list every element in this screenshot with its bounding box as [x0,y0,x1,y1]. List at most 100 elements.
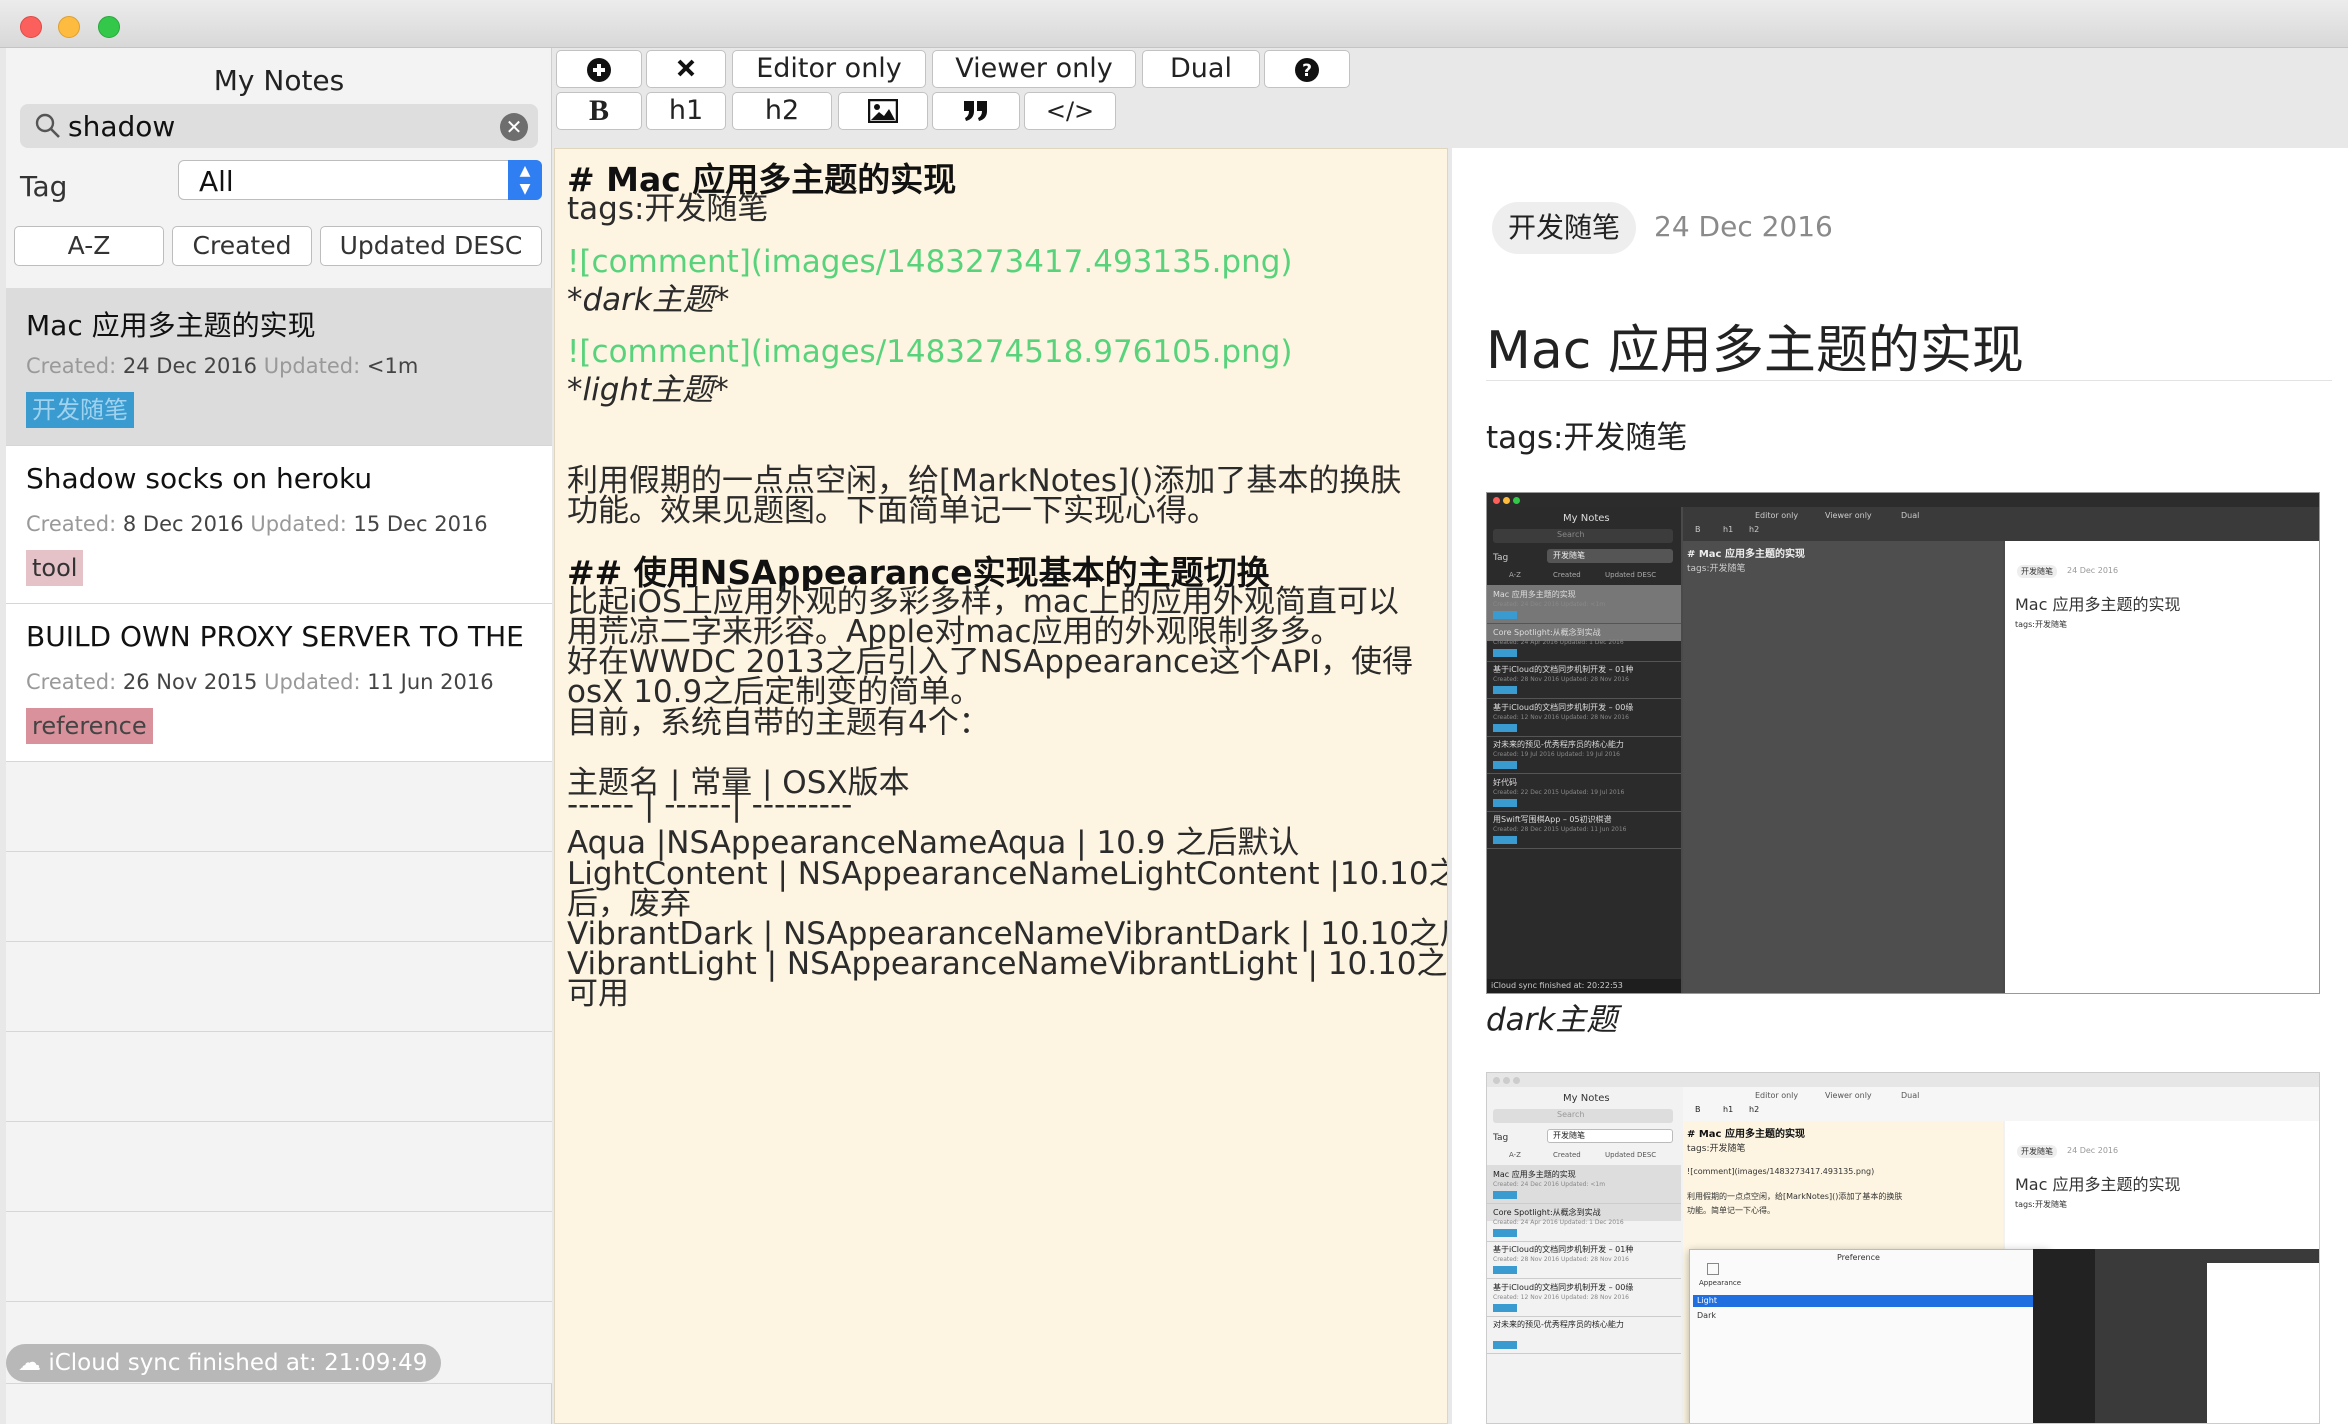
mini-note-divider [1487,1240,1681,1242]
mini-note-tag [1493,611,1517,619]
mini-note-divider [1487,1315,1681,1317]
h2-button[interactable]: h2 [732,92,832,130]
light-theme-screenshot: My Notes Search Tag 开发随笔 A-Z Created Upd… [1486,1072,2320,1424]
note-list-item[interactable]: Mac 应用多主题的实现 Created: 24 Dec 2016 Update… [6,288,552,446]
preview-divider [1486,380,2332,381]
add-note-button[interactable] [556,50,642,88]
window-titlebar [0,0,2348,48]
image-button[interactable] [838,92,928,130]
editor-only-button[interactable]: Editor only [732,50,926,88]
mini-note-title: Mac 应用多主题的实现 [1493,1170,1576,1179]
preview-title: Mac 应用多主题的实现 [1486,321,2024,381]
mini-note-divider [1487,848,1681,849]
search-icon [35,113,60,138]
empty-list-row [6,942,552,1032]
mini-note-divider [1487,1353,1681,1354]
close-icon [677,59,695,77]
clear-search-icon[interactable]: ✕ [500,113,528,141]
note-list-item[interactable]: Shadow socks on heroku Created: 8 Dec 20… [6,446,552,604]
svg-text:?: ? [1302,61,1312,81]
mini-note-meta: Created: 24 Dec 2016 Updated: <1m [1493,601,1606,608]
window-minimize-button[interactable] [58,16,80,38]
mini-note-meta: Created: 19 Jul 2016 Updated: 19 Jul 201… [1493,751,1620,758]
mini-note-divider [1487,810,1681,812]
empty-list-row [6,1122,552,1212]
mini-note-divider [1487,735,1681,737]
mini-note-title: 对未来的预见-优秀程序员的核心能力 [1493,740,1624,749]
tag-label: Tag [20,170,68,203]
mini-note-meta: Created: 28 Dec 2015 Updated: 11 Jun 201… [1493,826,1627,833]
mini-note-meta: Created: 24 Apr 2016 Updated: 1 Dec 2016 [1493,1218,1624,1226]
mini-note-tag [1493,686,1517,694]
quote-icon [964,101,987,121]
mini-note-tag [1493,1303,1517,1312]
mini-note-title: 基于iCloud的文档同步机制开发 – 00缘 [1493,1282,1634,1292]
mini-note-tag [1493,723,1517,732]
select-arrows-icon: ▲ ▼ [508,160,542,200]
empty-list-row [6,1212,552,1302]
editor-line: LightContent | NSAppearanceNameLightCont… [567,855,1448,892]
editor-line: *light主题* [567,372,729,409]
sort-az-button[interactable]: A-Z [14,226,164,266]
editor-line: 目前，系统自带的主题有4个： [567,704,990,741]
sync-status-badge: ☁ iCloud sync finished at: 21:09:49 [6,1344,442,1382]
tag-select[interactable]: All ▲ ▼ [178,160,542,200]
note-dates: Created: 8 Dec 2016 Updated: 15 Dec 2016 [26,512,488,536]
mini-note-title: 基于iCloud的文档同步机制开发 – 01种 [1493,1245,1634,1254]
preview-tags-line: tags:开发随笔 [1486,420,1688,456]
viewer-only-button[interactable]: Viewer only [932,50,1136,88]
h1-button[interactable]: h1 [646,92,726,130]
mini-note-divider [1487,698,1681,699]
mini-note-tag [1493,798,1517,807]
sort-created-button[interactable]: Created [172,226,312,266]
mini-note-title: Core Spotlight:从概念到实战 [1493,1207,1601,1217]
note-title: Mac 应用多主题的实现 [26,309,316,342]
empty-list-row [6,1032,552,1122]
mini-note-tag [1493,1266,1517,1274]
code-button[interactable]: </> [1024,92,1116,130]
plus-circle-icon [587,58,611,82]
mini-note-meta: Created: 28 Nov 2016 Updated: 28 Nov 201… [1493,676,1629,683]
note-dates: Created: 24 Dec 2016 Updated: <1m [26,354,419,378]
search-field[interactable]: shadow ✕ [20,104,538,148]
mini-note-divider [1487,660,1681,662]
help-button[interactable]: ? [1264,50,1350,88]
sort-updated-button[interactable]: Updated DESC [320,226,542,266]
dual-button[interactable]: Dual [1142,50,1260,88]
bold-button[interactable]: B [556,92,642,130]
mini-note-tag [1493,1341,1517,1349]
sidebar-title: My Notes [213,64,345,97]
window-close-button[interactable] [20,16,42,38]
mini-note-meta: Created: 12 Nov 2016 Updated: 28 Nov 201… [1493,1293,1629,1301]
note-list-item[interactable]: BUILD OWN PROXY SERVER TO THE Created: 2… [6,604,552,762]
note-title: BUILD OWN PROXY SERVER TO THE [26,620,524,653]
mini-note-title: 用Swift写围棋App – 05初识棋谱 [1493,815,1612,824]
delete-note-button[interactable] [646,50,726,88]
mini-note-tag [1493,648,1517,657]
markdown-editor[interactable]: # Mac 应用多主题的实现 tags:开发随笔 ![comment](images… [554,148,1448,1424]
mini-note-title: 对未来的预见-优秀程序员的核心能力 [1493,1320,1624,1329]
mini-note-meta: Created: 28 Nov 2016 Updated: 28 Nov 201… [1493,1256,1629,1263]
mini-note-tag [1493,836,1517,844]
editor-line: 可用 [567,976,629,1013]
mini-note-meta: Created: 22 Dec 2015 Updated: 19 Jul 201… [1493,788,1625,796]
notes-sidebar: My Notes shadow ✕ Tag All ▲ ▼ A-Z Created… [6,48,552,1424]
dark-theme-caption: dark主题 [1486,1002,1618,1038]
empty-list-row [6,852,552,942]
markdown-preview: 开发随笔 24 Dec 2016 Mac 应用多主题的实现 tags:开发随笔 … [1452,148,2348,1424]
search-input[interactable]: shadow [68,110,175,143]
window-zoom-button[interactable] [98,16,120,38]
editor-line: VibrantLight | NSAppearanceNameVibrantLi… [567,946,1448,983]
note-tag: tool [26,550,84,586]
preview-date: 24 Dec 2016 [1654,210,1833,243]
tag-select-value: All [199,165,234,198]
note-tag: 开发随笔 [26,392,134,428]
mini-note-title: 基于iCloud的文档同步机制开发 – 01种 [1493,665,1634,674]
mini-note-meta: Created: 24 Dec 2016 Updated: <1m [1493,1181,1606,1188]
mini-note-divider [1487,1203,1681,1204]
note-title: Shadow socks on heroku [26,462,373,495]
quote-button[interactable] [932,92,1020,130]
question-circle-icon: ? [1295,58,1319,82]
mini-note-title: 好代码 [1493,777,1517,787]
preview-tag-badge: 开发随笔 [1492,202,1637,254]
